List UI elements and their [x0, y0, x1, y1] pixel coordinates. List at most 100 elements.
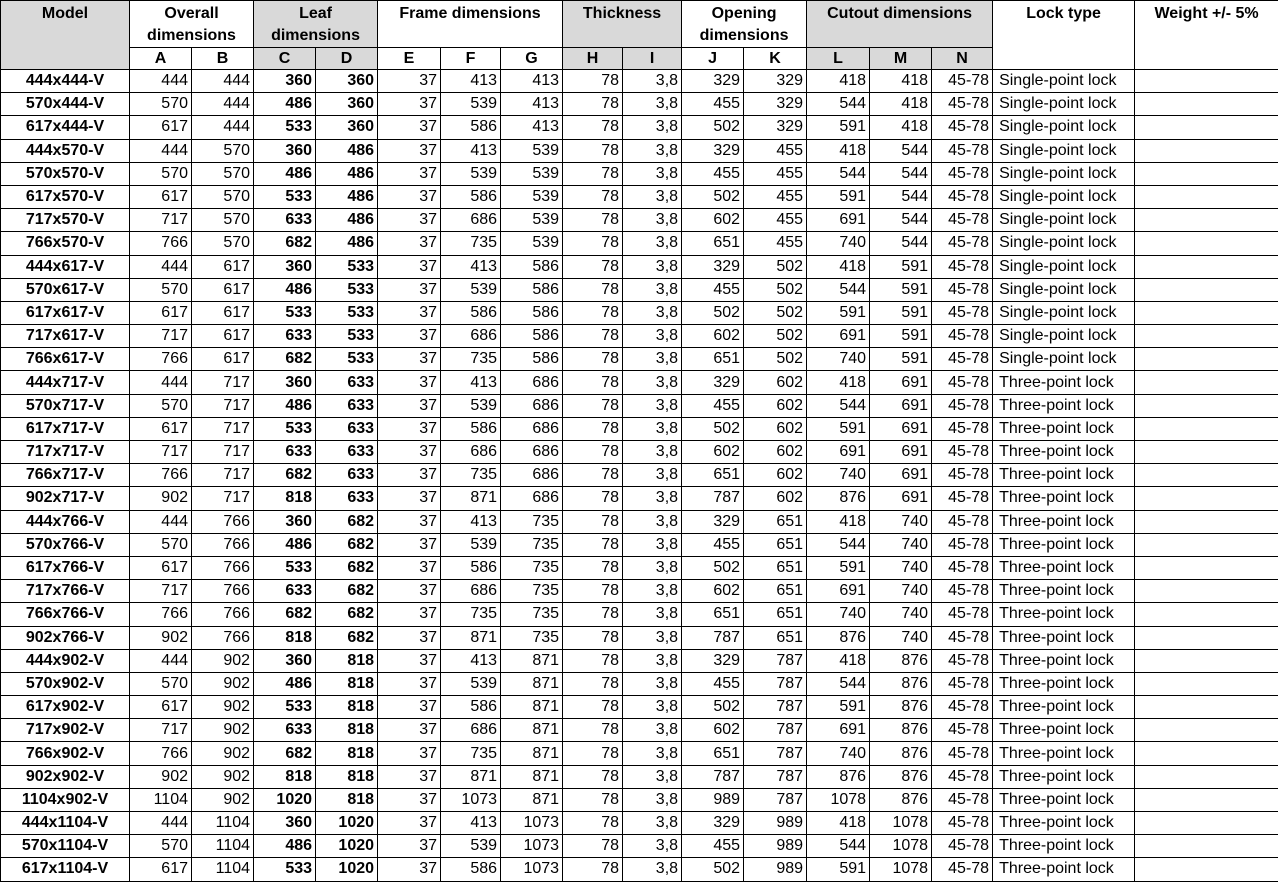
- cell-thickness-h: 78: [562, 718, 624, 743]
- cell-opening-j: 787: [681, 764, 745, 789]
- cell-thickness-h: 78: [562, 625, 624, 650]
- cell-thickness-i: 3,8: [622, 764, 683, 789]
- cell-leaf-d: 818: [315, 648, 379, 673]
- cell-frame-e: 37: [377, 602, 442, 627]
- cell-leaf-c: 486: [253, 532, 317, 557]
- cell-cutout-m: 1078: [869, 810, 933, 836]
- cell-cutout-n: 45-78: [931, 579, 994, 604]
- cell-lock-type: Three-point lock: [992, 439, 1136, 465]
- cell-cutout-n: 45-78: [931, 625, 994, 650]
- cell-overall-b: 717: [190, 370, 255, 395]
- cell-leaf-c: 633: [253, 579, 317, 604]
- cell-overall-a: 570: [129, 834, 192, 859]
- cell-weight: [1134, 857, 1278, 882]
- cell-opening-j: 329: [681, 254, 745, 279]
- cell-opening-k: 502: [743, 347, 808, 372]
- cell-frame-e: 37: [377, 115, 442, 140]
- cell-frame-f: 413: [440, 648, 502, 673]
- cell-leaf-d: 633: [315, 486, 379, 511]
- cell-leaf-d: 1020: [315, 857, 379, 882]
- cell-thickness-h: 78: [562, 741, 624, 766]
- cell-overall-b: 1104: [190, 857, 255, 882]
- cell-cutout-l: 544: [806, 277, 871, 302]
- table-row: 766x717-V 766 717 682 633 37 735 686 78 3,8 651 602…: [0, 463, 1278, 488]
- cell-leaf-d: 533: [315, 347, 379, 372]
- cell-weight: [1134, 486, 1278, 511]
- cell-opening-j: 329: [681, 810, 745, 836]
- cell-overall-a: 902: [129, 486, 192, 511]
- cell-cutout-n: 45-78: [931, 370, 994, 395]
- table-row: 570x766-V 570 766 486 682 37 539 735 78 3,8 455 651…: [0, 532, 1278, 557]
- cell-overall-a: 570: [129, 92, 192, 117]
- cell-lock-type: Single-point lock: [992, 347, 1136, 372]
- cell-thickness-i: 3,8: [622, 324, 683, 349]
- cell-lock-type: Three-point lock: [992, 718, 1136, 743]
- cell-frame-f: 586: [440, 300, 502, 326]
- cell-opening-j: 651: [681, 347, 745, 372]
- cell-frame-g: 735: [500, 532, 564, 557]
- cell-leaf-c: 486: [253, 834, 317, 859]
- cell-weight: [1134, 161, 1278, 186]
- header-model: Model: [0, 0, 130, 70]
- cell-leaf-d: 486: [315, 138, 379, 163]
- cell-overall-a: 717: [129, 208, 192, 233]
- cell-cutout-n: 45-78: [931, 92, 994, 117]
- cell-overall-b: 717: [190, 439, 255, 465]
- cell-opening-j: 787: [681, 625, 745, 650]
- cell-lock-type: Single-point lock: [992, 138, 1136, 163]
- cell-model: 444x1104-V: [0, 810, 130, 836]
- cell-model: 617x570-V: [0, 184, 130, 210]
- cell-leaf-c: 682: [253, 741, 317, 766]
- cell-cutout-n: 45-78: [931, 810, 994, 836]
- cell-model: 444x444-V: [0, 68, 130, 94]
- cell-opening-j: 602: [681, 718, 745, 743]
- cell-thickness-h: 78: [562, 370, 624, 395]
- cell-model: 617x902-V: [0, 695, 130, 720]
- cell-leaf-c: 533: [253, 857, 317, 882]
- cell-model: 717x766-V: [0, 579, 130, 604]
- cell-opening-k: 989: [743, 857, 808, 882]
- cell-cutout-n: 45-78: [931, 648, 994, 673]
- cell-cutout-l: 591: [806, 555, 871, 581]
- cell-thickness-h: 78: [562, 439, 624, 465]
- cell-leaf-d: 360: [315, 115, 379, 140]
- cell-cutout-m: 544: [869, 208, 933, 233]
- table-row: 617x617-V 617 617 533 533 37 586 586 78 3,8 502 502…: [0, 300, 1278, 326]
- table-row: 444x1104-V 444 1104 360 1020 37 413 1073 78 3,8 32…: [0, 810, 1278, 836]
- cell-overall-b: 902: [190, 787, 255, 813]
- cell-overall-a: 570: [129, 532, 192, 557]
- cell-opening-k: 651: [743, 555, 808, 581]
- cell-frame-f: 539: [440, 671, 502, 697]
- cell-frame-f: 586: [440, 857, 502, 882]
- cell-model: 717x617-V: [0, 324, 130, 349]
- cell-frame-e: 37: [377, 68, 442, 94]
- cell-opening-k: 502: [743, 324, 808, 349]
- cell-opening-j: 455: [681, 161, 745, 186]
- cell-cutout-n: 45-78: [931, 834, 994, 859]
- cell-opening-k: 455: [743, 138, 808, 163]
- cell-model: 766x717-V: [0, 463, 130, 488]
- cell-cutout-m: 1078: [869, 834, 933, 859]
- cell-cutout-n: 45-78: [931, 184, 994, 210]
- cell-cutout-l: 591: [806, 857, 871, 882]
- cell-thickness-i: 3,8: [622, 416, 683, 442]
- cell-model: 717x902-V: [0, 718, 130, 743]
- cell-frame-e: 37: [377, 393, 442, 418]
- cell-thickness-i: 3,8: [622, 810, 683, 836]
- cell-cutout-m: 876: [869, 741, 933, 766]
- cell-model: 444x902-V: [0, 648, 130, 673]
- cell-cutout-m: 740: [869, 509, 933, 534]
- cell-model: 444x570-V: [0, 138, 130, 163]
- cell-weight: [1134, 741, 1278, 766]
- cell-frame-g: 686: [500, 416, 564, 442]
- cell-model: 570x444-V: [0, 92, 130, 117]
- cell-leaf-d: 486: [315, 184, 379, 210]
- cell-frame-f: 735: [440, 602, 502, 627]
- cell-lock-type: Three-point lock: [992, 416, 1136, 442]
- cell-overall-b: 766: [190, 579, 255, 604]
- cell-cutout-m: 876: [869, 787, 933, 813]
- cell-weight: [1134, 277, 1278, 302]
- cell-frame-e: 37: [377, 92, 442, 117]
- cell-overall-a: 902: [129, 764, 192, 789]
- cell-overall-a: 570: [129, 671, 192, 697]
